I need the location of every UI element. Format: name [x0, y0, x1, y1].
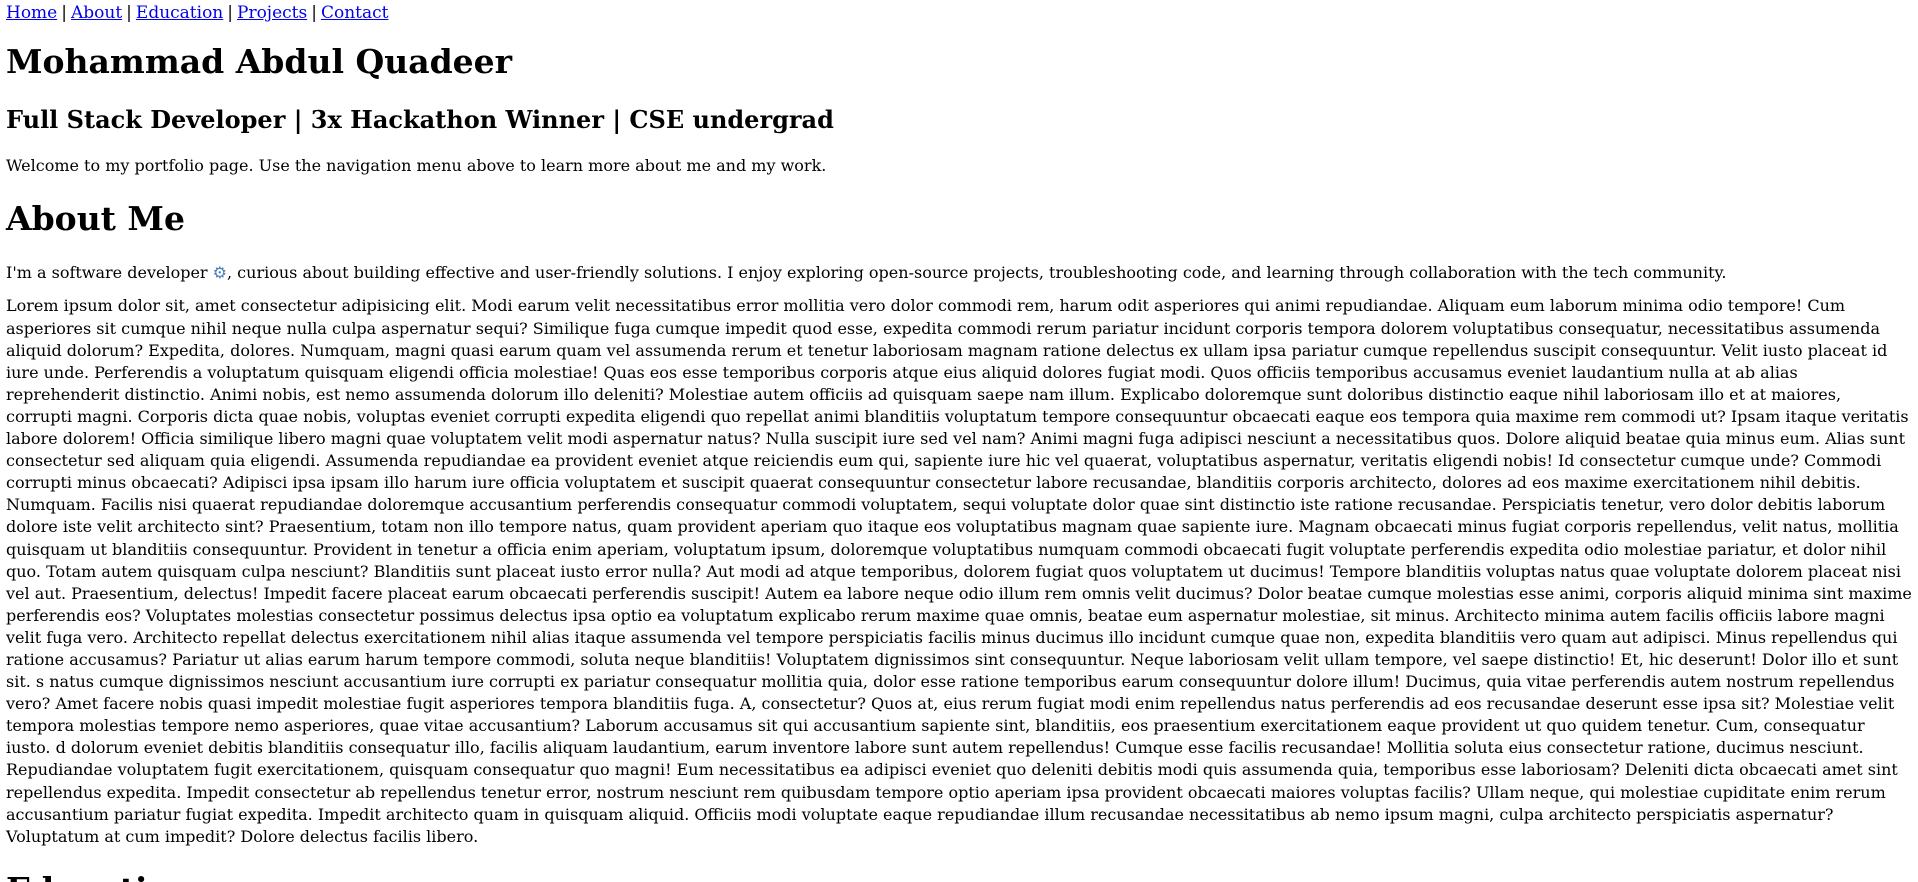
page-title: Mohammad Abdul Quadeer [6, 42, 513, 81]
nav-link-about[interactable]: About [71, 3, 122, 23]
welcome-text: Welcome to my portfolio page. Use the na… [6, 156, 827, 176]
nav-link-education[interactable]: Education [136, 3, 223, 23]
top-nav: Home | About | Education | Projects | Contact [6, 0, 1912, 24]
page-tagline: Full Stack Developer | 3x Hackathon Winn… [6, 104, 834, 134]
page: Home | About | Education | Projects | Contact Mo… [0, 0, 1918, 882]
nav-link-home[interactable]: Home [6, 3, 57, 23]
nav-separator: | [227, 3, 233, 23]
gear-icon: ⚙ [212, 262, 227, 282]
nav-separator: | [311, 3, 317, 23]
education-heading: Education [6, 870, 1912, 882]
nav-link-contact[interactable]: Contact [321, 3, 389, 23]
about-intro-start: I'm a software developer [6, 262, 213, 282]
nav-separator: | [61, 3, 67, 23]
about-intro: I'm a software developer ⚙, curious abou… [6, 262, 1912, 284]
nav-link-projects[interactable]: Projects [237, 3, 307, 23]
about-heading: About Me [6, 199, 185, 239]
nav-separator: | [126, 3, 132, 23]
about-body: Lorem ipsum dolor sit, amet consectetur … [6, 296, 1912, 846]
about-intro-end: , curious about building effective and u… [227, 262, 1727, 282]
